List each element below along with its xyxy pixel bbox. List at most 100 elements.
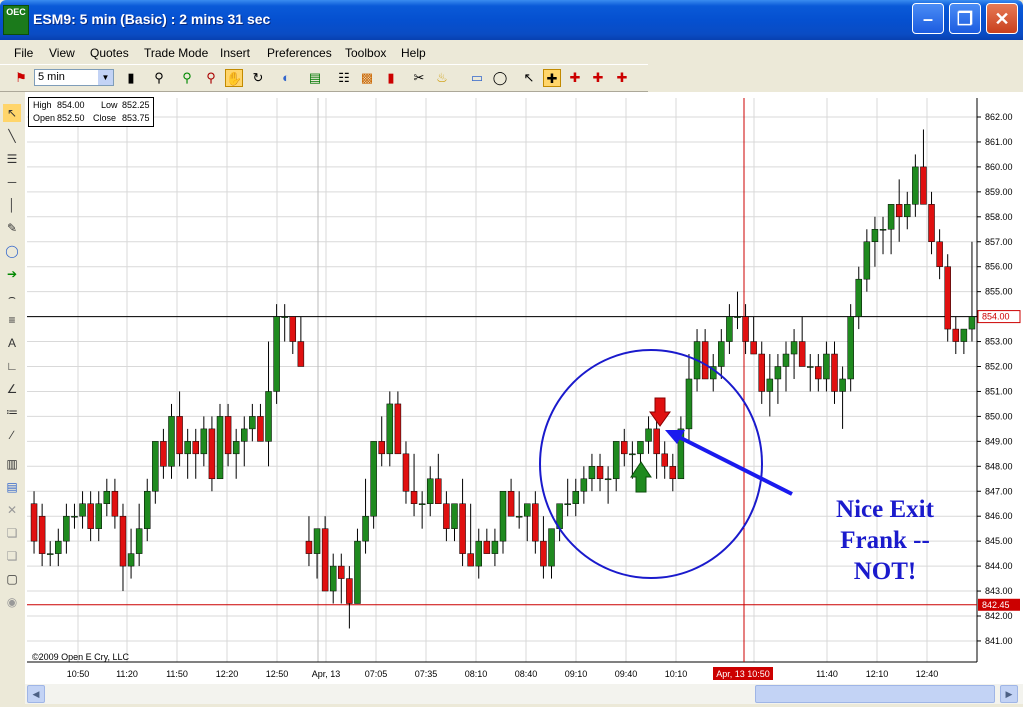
text-icon[interactable]: A (3, 334, 21, 352)
delete-icon[interactable]: ✕ (3, 501, 21, 519)
candle-body (548, 528, 555, 567)
histogram-icon[interactable]: ▮ (382, 69, 400, 87)
candle-body (774, 366, 782, 380)
y-tick-label: 847.00 (985, 486, 1013, 496)
scroll-right-icon[interactable]: ▶ (1000, 685, 1018, 703)
crosshair-icon[interactable]: ✚ (543, 69, 561, 87)
tree-icon[interactable]: ☷ (335, 69, 353, 87)
bar-type-icon[interactable]: ▮ (122, 69, 140, 87)
indicator-icon[interactable]: ▤ (306, 69, 324, 87)
gann-icon[interactable]: ∠ (3, 380, 21, 398)
candle-body (831, 353, 838, 392)
pitchfork-icon[interactable]: ∟ (3, 357, 21, 375)
vertical-line-icon[interactable]: │ (3, 196, 21, 214)
y-tick-label: 853.00 (985, 337, 1013, 347)
channel-icon[interactable]: ☰ (3, 150, 21, 168)
candle-body (863, 241, 871, 280)
maximize-button[interactable]: ❐ (949, 3, 981, 34)
menu-toolbox[interactable]: Toolbox (345, 46, 386, 60)
menu-quotes[interactable]: Quotes (90, 46, 129, 60)
pointer-icon[interactable]: ↖ (520, 69, 538, 87)
x-tick-label: 11:50 (166, 669, 188, 679)
y-tick-label: 843.00 (985, 586, 1013, 596)
horizontal-scrollbar[interactable]: ◀ ▶ (25, 684, 1023, 704)
copyright-text: ©2009 Open E Cry, LLC (32, 652, 130, 662)
fan-icon[interactable]: ≔ (3, 403, 21, 421)
refresh-icon[interactable]: ↻ (249, 69, 267, 87)
mouse-icon[interactable]: ◯ (491, 69, 509, 87)
callout-icon[interactable]: ◯ (3, 242, 21, 260)
bell-icon[interactable]: ♨ (433, 69, 451, 87)
x-tick-label: 08:10 (465, 669, 488, 679)
copy-icon[interactable]: ❏ (3, 524, 21, 542)
crosshair-red3-icon[interactable]: ✚ (613, 69, 631, 87)
properties-icon[interactable]: ▤ (3, 478, 21, 496)
candle-body (143, 491, 151, 529)
x-tick-label: 11:40 (816, 669, 838, 679)
cut-icon[interactable]: ✂ (410, 69, 428, 87)
arc-icon[interactable]: ⌢ (3, 288, 21, 306)
menu-preferences[interactable]: Preferences (267, 46, 332, 60)
note-icon[interactable]: ✎ (3, 219, 21, 237)
crosshair-red2-icon[interactable]: ✚ (589, 69, 607, 87)
zoom-in-icon[interactable]: ⚲ (178, 69, 196, 87)
scrollbar-thumb[interactable] (755, 685, 995, 703)
parallel-icon[interactable]: ∕ (3, 426, 21, 444)
candle-body (232, 441, 240, 455)
zoom-out-icon[interactable]: ⚲ (202, 69, 220, 87)
candle-body (313, 528, 321, 554)
candle-body (418, 503, 426, 505)
candle-body (887, 204, 895, 230)
fibonacci-icon[interactable]: ≡ (3, 311, 21, 329)
scroll-left-icon[interactable]: ◀ (27, 685, 45, 703)
candle-body (55, 540, 62, 554)
layers-icon[interactable]: ▥ (3, 455, 21, 473)
duplicate-icon[interactable]: ❏ (3, 547, 21, 565)
pointer-arrow-shaft (672, 432, 793, 496)
minimize-button[interactable]: – (912, 3, 944, 34)
candle-body (273, 316, 280, 392)
candle-body (507, 491, 515, 517)
candle-body (451, 503, 458, 529)
arrow-right-icon[interactable]: ➔ (3, 265, 21, 283)
3d-icon[interactable]: ◐ (277, 69, 295, 87)
lock-icon[interactable]: ◉ (3, 593, 21, 611)
interval-select[interactable]: 5 min ▼ (34, 69, 114, 86)
crosshair-red-icon[interactable]: ✚ (566, 69, 584, 87)
y-tick-label: 849.00 (985, 436, 1013, 446)
last-price-tag-label: 854.00 (982, 312, 1010, 322)
candle-body (152, 441, 159, 492)
candlestick-chart[interactable]: 862.00 861.00 860.00 859.00 858.00 857.00 856.… (25, 92, 1023, 684)
open-label: Open (33, 113, 56, 123)
menu-trade-mode[interactable]: Trade Mode (144, 46, 208, 60)
menu-file[interactable]: File (14, 46, 33, 60)
candle-body (435, 478, 442, 504)
candle-body (782, 353, 790, 367)
trendline-icon[interactable]: ╲ (3, 127, 21, 145)
candle-body (63, 515, 70, 542)
interval-value: 5 min (38, 71, 65, 83)
zoom-icon[interactable]: ⚲ (150, 69, 168, 87)
color-bars-icon[interactable]: ▩ (358, 69, 376, 87)
menu-insert[interactable]: Insert (220, 46, 250, 60)
trash-icon[interactable]: ▭ (468, 69, 486, 87)
y-tick-label: 850.00 (985, 411, 1013, 421)
candle-body (580, 478, 588, 492)
x-tick-label: 09:40 (615, 669, 638, 679)
candle-body (321, 528, 329, 592)
pin-icon[interactable]: ⚑ (12, 69, 30, 87)
menu-help[interactable]: Help (401, 46, 426, 60)
pan-hand-icon[interactable]: ✋ (225, 69, 243, 87)
select-arrow-icon[interactable]: ↖ (3, 104, 21, 122)
price-chart[interactable]: 862.00 861.00 860.00 859.00 858.00 857.00 856.… (25, 92, 1023, 684)
candle-body (111, 491, 119, 517)
box-select-icon[interactable]: ▢ (3, 570, 21, 588)
close-button[interactable]: ✕ (986, 3, 1018, 34)
y-tick-label: 858.00 (985, 212, 1013, 222)
candle-body (87, 503, 94, 529)
menu-view[interactable]: View (49, 46, 75, 60)
candle-body (920, 166, 927, 205)
candle-body (160, 441, 167, 467)
candle-body (410, 491, 418, 504)
horizontal-line-icon[interactable]: ─ (3, 173, 21, 191)
